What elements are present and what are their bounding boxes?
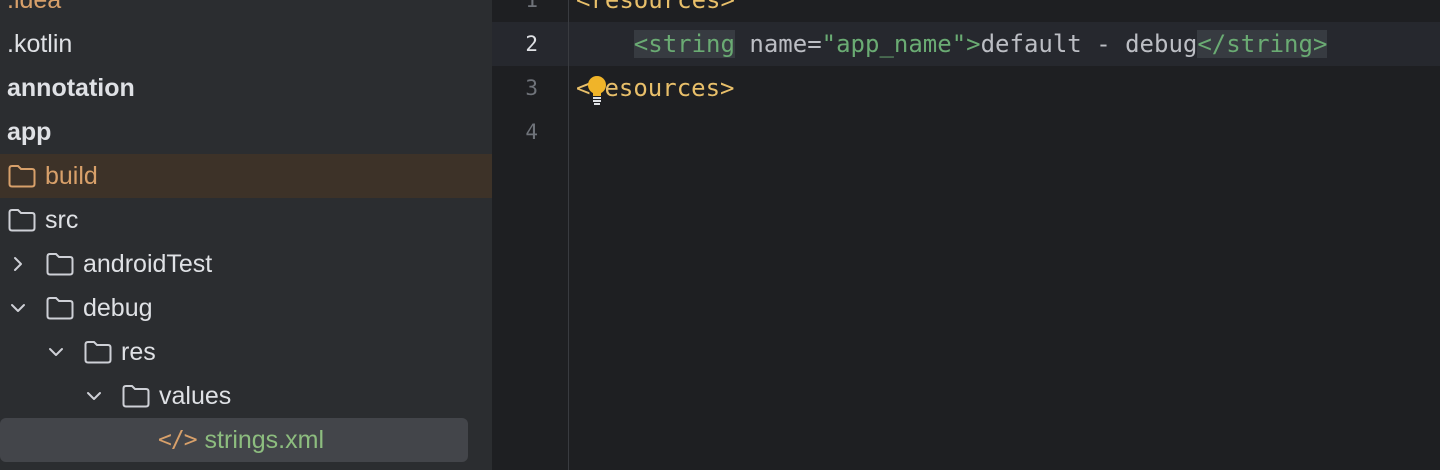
- code-line-3[interactable]: < esources>: [576, 66, 735, 110]
- tree-item-strings-xml[interactable]: </> strings.xml: [0, 418, 468, 462]
- tree-item-build[interactable]: build: [0, 154, 492, 198]
- xml-tag: <string: [633, 30, 735, 58]
- xml-tag-bracket: >: [966, 30, 981, 58]
- folder-icon: [121, 383, 151, 409]
- tree-item-src[interactable]: src: [0, 198, 492, 242]
- project-tree: .idea .kotlin annotation app build src a…: [0, 0, 492, 470]
- line-number: 1: [525, 0, 538, 12]
- tree-item-label: values: [159, 381, 232, 410]
- folder-icon: [7, 163, 37, 189]
- tree-item-kotlin[interactable]: .kotlin: [0, 22, 492, 66]
- folder-icon: [45, 295, 75, 321]
- gutter-separator: [568, 0, 569, 470]
- tree-item-app[interactable]: app: [0, 110, 492, 154]
- line-number: 3: [525, 76, 538, 100]
- tree-item-label: src: [45, 205, 79, 234]
- code-line-2[interactable]: <string name= "app_name" > default - debug <…: [576, 22, 1328, 66]
- folder-icon: [83, 339, 113, 365]
- tree-item-idea[interactable]: .idea: [0, 0, 492, 22]
- tree-item-res[interactable]: res: [0, 330, 492, 374]
- xml-tag-part: esources>: [604, 74, 735, 102]
- folder-icon: [45, 251, 75, 277]
- chevron-down-icon[interactable]: [45, 341, 67, 363]
- tree-item-annotation[interactable]: annotation: [0, 66, 492, 110]
- tree-item-values[interactable]: values: [0, 374, 492, 418]
- xml-file-icon: </>: [158, 427, 198, 453]
- chevron-right-icon[interactable]: [7, 253, 29, 275]
- xml-text: default - debug: [980, 30, 1198, 58]
- tree-item-label: .kotlin: [7, 29, 73, 58]
- xml-attribute-value: "app_name": [821, 30, 967, 58]
- lightbulb-icon[interactable]: [584, 73, 610, 107]
- tree-item-label: app: [7, 117, 52, 146]
- tree-item-androidtest[interactable]: androidTest: [0, 242, 492, 286]
- tree-item-debug[interactable]: debug: [0, 286, 492, 330]
- tree-item-label: res: [121, 337, 156, 366]
- tree-item-label: strings.xml: [204, 425, 325, 454]
- folder-icon: [7, 207, 37, 233]
- line-number: 4: [525, 120, 538, 144]
- tree-item-label: build: [45, 161, 98, 190]
- tree-item-label: androidTest: [83, 249, 213, 278]
- tree-item-label: .idea: [7, 0, 61, 15]
- xml-attribute: name=: [734, 30, 822, 58]
- chevron-down-icon[interactable]: [83, 385, 105, 407]
- xml-tag: <resources>: [576, 0, 735, 14]
- line-number: 2: [525, 32, 538, 56]
- chevron-down-icon[interactable]: [7, 297, 29, 319]
- tree-item-label: debug: [83, 293, 153, 322]
- tree-item-label: annotation: [7, 73, 135, 102]
- code-line-1[interactable]: <resources>: [576, 0, 735, 22]
- xml-tag: </string>: [1197, 30, 1328, 58]
